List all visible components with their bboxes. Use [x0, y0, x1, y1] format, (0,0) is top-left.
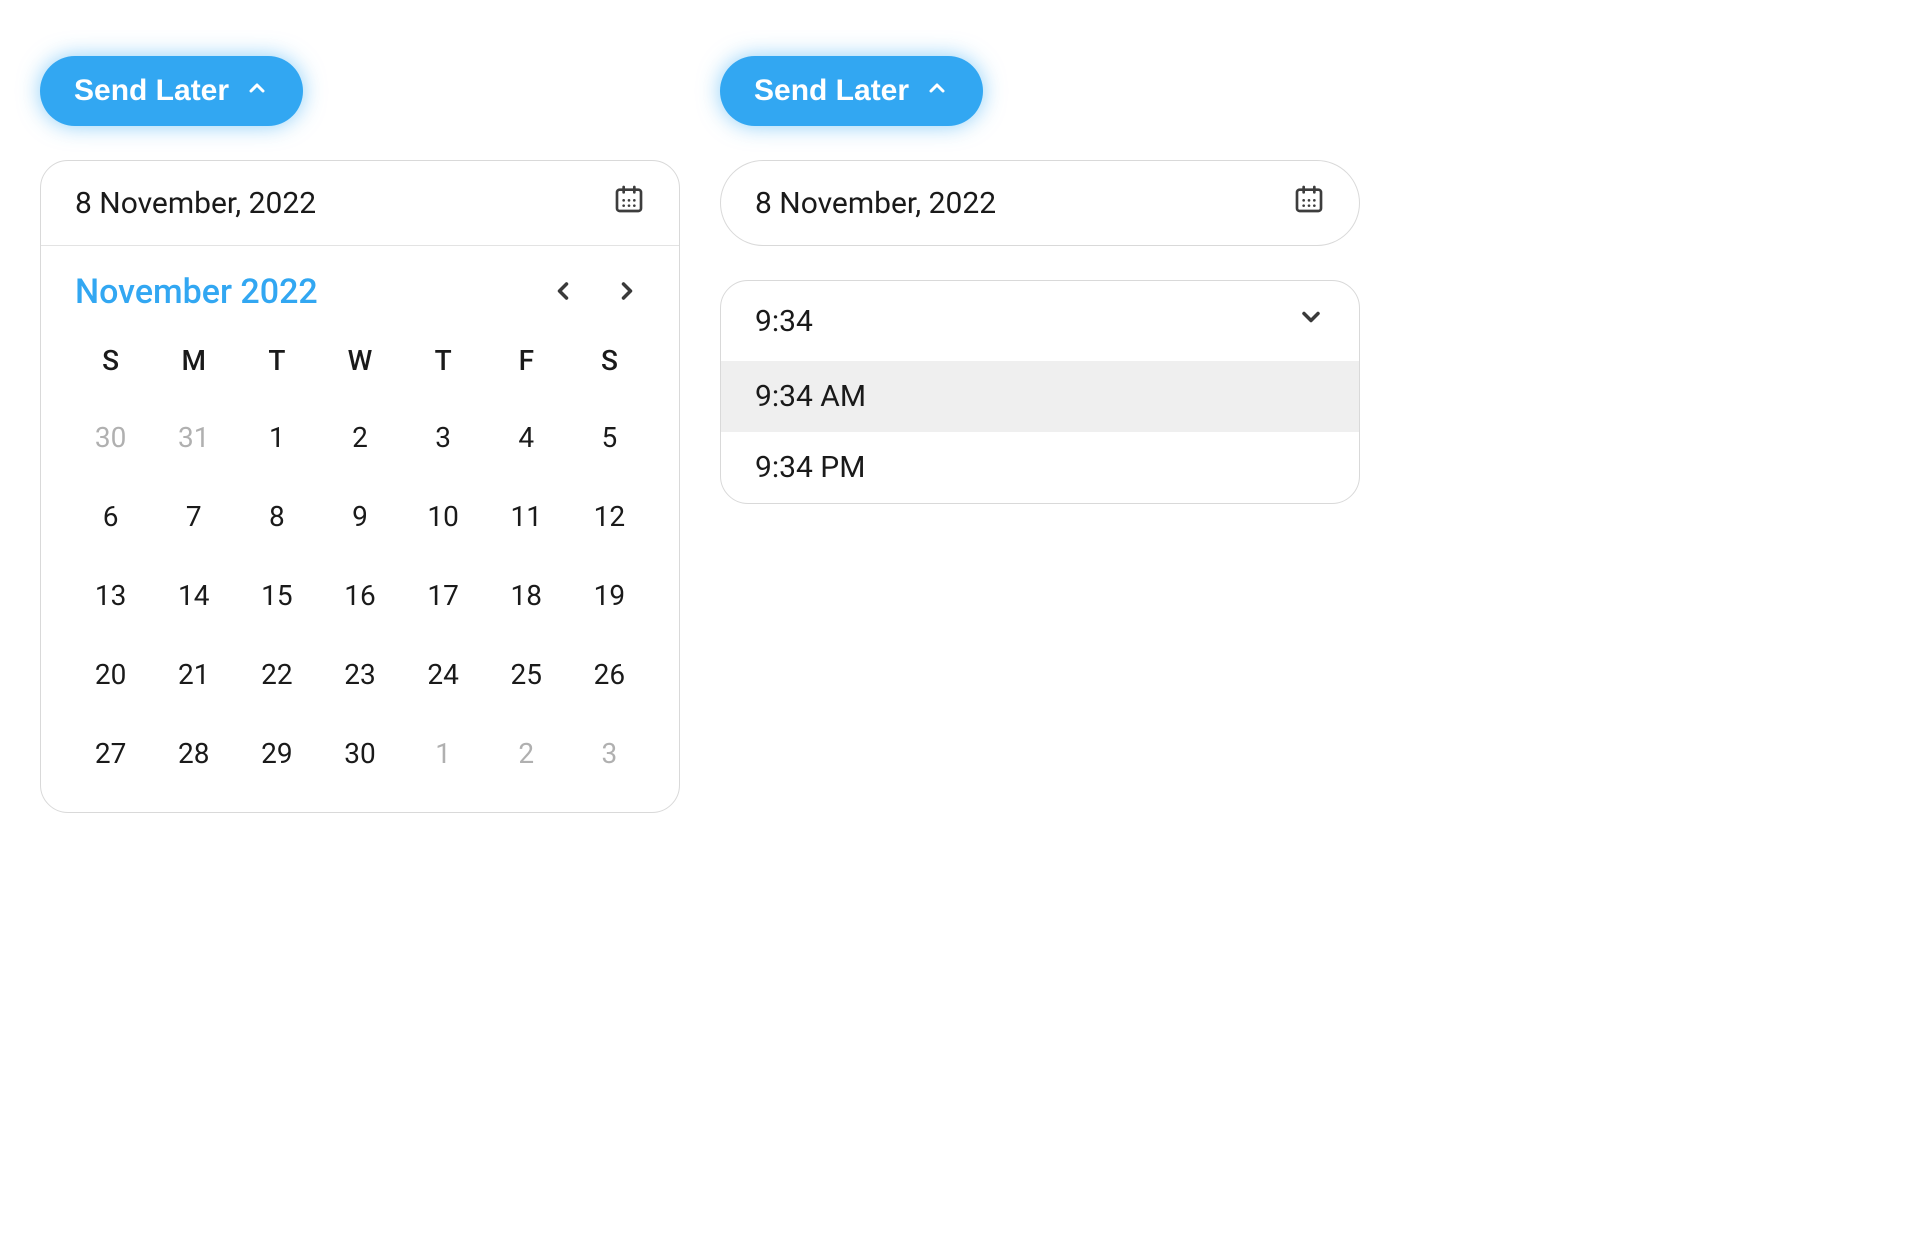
- calendar-day[interactable]: 30: [318, 723, 401, 784]
- calendar-day[interactable]: 2: [485, 723, 568, 784]
- chevron-up-icon: [925, 74, 949, 108]
- selected-date-row[interactable]: 8 November, 2022: [41, 161, 679, 245]
- next-month-button[interactable]: [609, 273, 645, 312]
- calendar-day[interactable]: 17: [402, 565, 485, 626]
- time-picker-panel: Send Later 8 November, 2022 9:34 9:34 AM…: [720, 56, 1360, 504]
- calendar-dow: W: [318, 332, 401, 389]
- calendar-day[interactable]: 30: [69, 407, 152, 468]
- selected-date-text: 8 November, 2022: [755, 186, 996, 221]
- date-input-pill[interactable]: 8 November, 2022: [720, 160, 1360, 246]
- calendar-header: November 2022: [41, 246, 679, 322]
- calendar-dow: T: [402, 332, 485, 389]
- calendar-day[interactable]: 13: [69, 565, 152, 626]
- calendar-day[interactable]: 1: [402, 723, 485, 784]
- calendar-day[interactable]: 18: [485, 565, 568, 626]
- calendar-day[interactable]: 2: [318, 407, 401, 468]
- send-later-label: Send Later: [74, 74, 229, 108]
- calendar-day[interactable]: 27: [69, 723, 152, 784]
- calendar-day[interactable]: 23: [318, 644, 401, 705]
- selected-date-text: 8 November, 2022: [75, 186, 316, 221]
- calendar-icon: [613, 183, 645, 223]
- calendar-day[interactable]: 1: [235, 407, 318, 468]
- calendar-day[interactable]: 9: [318, 486, 401, 547]
- calendar-dow: S: [69, 332, 152, 389]
- time-option[interactable]: 9:34 AM: [721, 361, 1359, 432]
- calendar-day[interactable]: 15: [235, 565, 318, 626]
- calendar-day[interactable]: 16: [318, 565, 401, 626]
- chevron-down-icon: [1297, 303, 1325, 339]
- date-calendar-card: 8 November, 2022 November 2022: [40, 160, 680, 813]
- chevron-left-icon: [549, 293, 577, 308]
- calendar-day[interactable]: 3: [568, 723, 651, 784]
- calendar-day[interactable]: 5: [568, 407, 651, 468]
- calendar-day[interactable]: 7: [152, 486, 235, 547]
- calendar-day[interactable]: 29: [235, 723, 318, 784]
- calendar-dow: S: [568, 332, 651, 389]
- time-options-list: 9:34 AM9:34 PM: [721, 361, 1359, 503]
- calendar-day[interactable]: 6: [69, 486, 152, 547]
- calendar-nav: [545, 273, 645, 312]
- calendar-day[interactable]: 22: [235, 644, 318, 705]
- calendar-day[interactable]: 4: [485, 407, 568, 468]
- calendar-dow: T: [235, 332, 318, 389]
- calendar-day[interactable]: 28: [152, 723, 235, 784]
- chevron-right-icon: [613, 293, 641, 308]
- time-option[interactable]: 9:34 PM: [721, 432, 1359, 503]
- calendar-dow: M: [152, 332, 235, 389]
- calendar-day[interactable]: 10: [402, 486, 485, 547]
- calendar-month-label[interactable]: November 2022: [75, 272, 318, 312]
- calendar-icon: [1293, 183, 1325, 223]
- calendar-day[interactable]: 12: [568, 486, 651, 547]
- calendar-day[interactable]: 19: [568, 565, 651, 626]
- time-dropdown-card: 9:34 9:34 AM9:34 PM: [720, 280, 1360, 504]
- prev-month-button[interactable]: [545, 273, 581, 312]
- calendar-grid: SMTWTFS303112345678910111213141516171819…: [41, 322, 679, 812]
- chevron-up-icon: [245, 74, 269, 108]
- time-current-text: 9:34: [755, 304, 813, 339]
- calendar-day[interactable]: 24: [402, 644, 485, 705]
- calendar-day[interactable]: 21: [152, 644, 235, 705]
- calendar-day[interactable]: 20: [69, 644, 152, 705]
- calendar-day[interactable]: 14: [152, 565, 235, 626]
- calendar-day[interactable]: 25: [485, 644, 568, 705]
- time-input-row[interactable]: 9:34: [721, 281, 1359, 361]
- calendar-dow: F: [485, 332, 568, 389]
- calendar-day[interactable]: 11: [485, 486, 568, 547]
- send-later-label: Send Later: [754, 74, 909, 108]
- calendar-day[interactable]: 3: [402, 407, 485, 468]
- calendar-day[interactable]: 26: [568, 644, 651, 705]
- send-later-button[interactable]: Send Later: [40, 56, 303, 126]
- date-picker-panel: Send Later 8 November, 2022 November 202…: [40, 56, 680, 813]
- calendar-day[interactable]: 8: [235, 486, 318, 547]
- calendar-day[interactable]: 31: [152, 407, 235, 468]
- send-later-button[interactable]: Send Later: [720, 56, 983, 126]
